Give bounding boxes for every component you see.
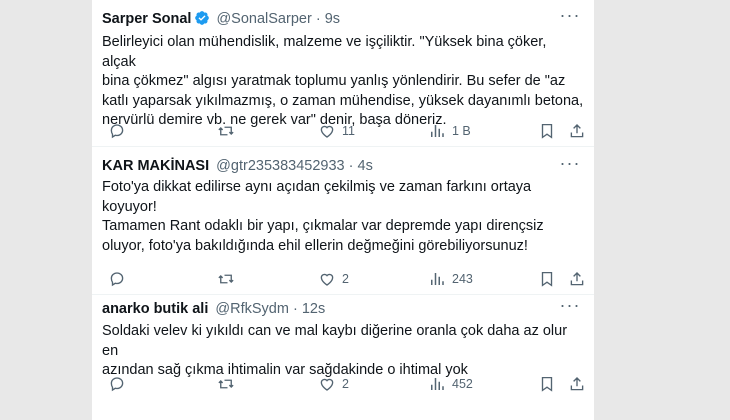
share-icon bbox=[570, 124, 584, 138]
like-button[interactable]: 11 bbox=[318, 121, 355, 141]
separator-dot: · bbox=[315, 11, 321, 27]
views-icon bbox=[431, 125, 444, 137]
bookmark-icon bbox=[541, 271, 553, 287]
text-line: Belirleyici olan mühendislik, malzeme ve… bbox=[102, 34, 547, 70]
text-line: oluyor, foto'ya bakıldığında ehil elleri… bbox=[102, 237, 528, 254]
views-count: 1 B bbox=[452, 124, 471, 138]
bookmark-button[interactable] bbox=[538, 374, 556, 394]
share-icon bbox=[570, 272, 584, 286]
views-icon bbox=[431, 273, 444, 285]
reply-icon bbox=[110, 272, 124, 287]
tweet-1-text: Belirleyici olan mühendislik, malzeme ve… bbox=[102, 33, 584, 131]
tweet-1-header: Sarper Sonal @SonalSarper · 9s bbox=[102, 9, 340, 29]
like-count: 2 bbox=[342, 272, 349, 286]
reply-thread: Sarper Sonal @SonalSarper · 9s ··· Belirl… bbox=[92, 0, 594, 420]
text-line: katlı yaparsak yıkılmazmış, o zaman mühe… bbox=[102, 92, 584, 109]
verified-badge-icon bbox=[194, 10, 210, 26]
author-name[interactable]: Sarper Sonal bbox=[102, 11, 191, 27]
tweet-2-text: Foto'ya dikkat edilirse aynı açıdan çeki… bbox=[102, 178, 584, 256]
reply-button[interactable] bbox=[108, 269, 132, 289]
bookmark-icon bbox=[541, 376, 553, 392]
tweet-time[interactable]: 12s bbox=[302, 301, 325, 317]
text-line: Tamamen Rant odaklı bir yapı, çıkmalar v… bbox=[102, 218, 544, 234]
retweet-button[interactable] bbox=[217, 269, 241, 289]
views-button[interactable]: 243 bbox=[428, 269, 473, 289]
text-line: Soldaki velev ki yıkıldı can ve mal kayb… bbox=[102, 323, 568, 359]
more-icon[interactable]: ··· bbox=[558, 154, 582, 176]
retweet-icon bbox=[218, 274, 234, 284]
heart-icon bbox=[320, 125, 334, 138]
author-handle[interactable]: @gtr235383452933 bbox=[216, 158, 344, 174]
tweet-1-actions: 11 1 B bbox=[92, 121, 594, 141]
tweet-3-actions: 2 452 bbox=[92, 374, 594, 394]
views-icon bbox=[431, 378, 444, 390]
bookmark-button[interactable] bbox=[538, 121, 556, 141]
views-count: 243 bbox=[452, 272, 473, 286]
share-button[interactable] bbox=[568, 269, 586, 289]
share-icon bbox=[570, 377, 584, 391]
divider bbox=[92, 146, 594, 147]
reply-button[interactable] bbox=[108, 374, 132, 394]
separator-dot: · bbox=[292, 301, 298, 317]
tweet-2-header: KAR MAKİNASI @gtr235383452933 · 4s bbox=[102, 156, 373, 176]
reply-icon bbox=[110, 377, 124, 392]
retweet-button[interactable] bbox=[217, 374, 241, 394]
divider bbox=[92, 294, 594, 295]
reply-icon bbox=[110, 124, 124, 139]
tweet-time[interactable]: 4s bbox=[358, 158, 373, 174]
views-count: 452 bbox=[452, 377, 473, 391]
reply-button[interactable] bbox=[108, 121, 132, 141]
tweet-3-header: anarko butik ali @RfkSydm · 12s bbox=[102, 299, 325, 319]
more-icon[interactable]: ··· bbox=[558, 296, 582, 318]
retweet-icon bbox=[218, 126, 234, 136]
tweet-3-text: Soldaki velev ki yıkıldı can ve mal kayb… bbox=[102, 322, 584, 381]
separator-dot: · bbox=[348, 158, 354, 174]
author-handle[interactable]: @SonalSarper bbox=[216, 11, 311, 27]
retweet-button[interactable] bbox=[217, 121, 241, 141]
retweet-icon bbox=[218, 379, 234, 389]
like-count: 11 bbox=[342, 124, 355, 138]
like-button[interactable]: 2 bbox=[318, 269, 349, 289]
text-line: bina çökmez" algısı yaratmak toplumu yan… bbox=[102, 73, 566, 89]
tweet-2-actions: 2 243 bbox=[92, 269, 594, 289]
heart-icon bbox=[320, 273, 334, 286]
views-button[interactable]: 452 bbox=[428, 374, 473, 394]
author-name[interactable]: anarko butik ali bbox=[102, 301, 208, 317]
share-button[interactable] bbox=[568, 374, 586, 394]
text-line: koyuyor! bbox=[102, 198, 157, 215]
like-button[interactable]: 2 bbox=[318, 374, 349, 394]
tweet-time[interactable]: 9s bbox=[325, 11, 340, 27]
heart-icon bbox=[320, 378, 334, 391]
author-name[interactable]: KAR MAKİNASI bbox=[102, 158, 209, 174]
author-handle[interactable]: @RfkSydm bbox=[215, 301, 289, 317]
share-button[interactable] bbox=[568, 121, 586, 141]
like-count: 2 bbox=[342, 377, 349, 391]
bookmark-icon bbox=[541, 123, 553, 139]
text-line: Foto'ya dikkat edilirse aynı açıdan çeki… bbox=[102, 179, 532, 195]
more-icon[interactable]: ··· bbox=[558, 6, 582, 28]
views-button[interactable]: 1 B bbox=[428, 121, 471, 141]
bookmark-button[interactable] bbox=[538, 269, 556, 289]
